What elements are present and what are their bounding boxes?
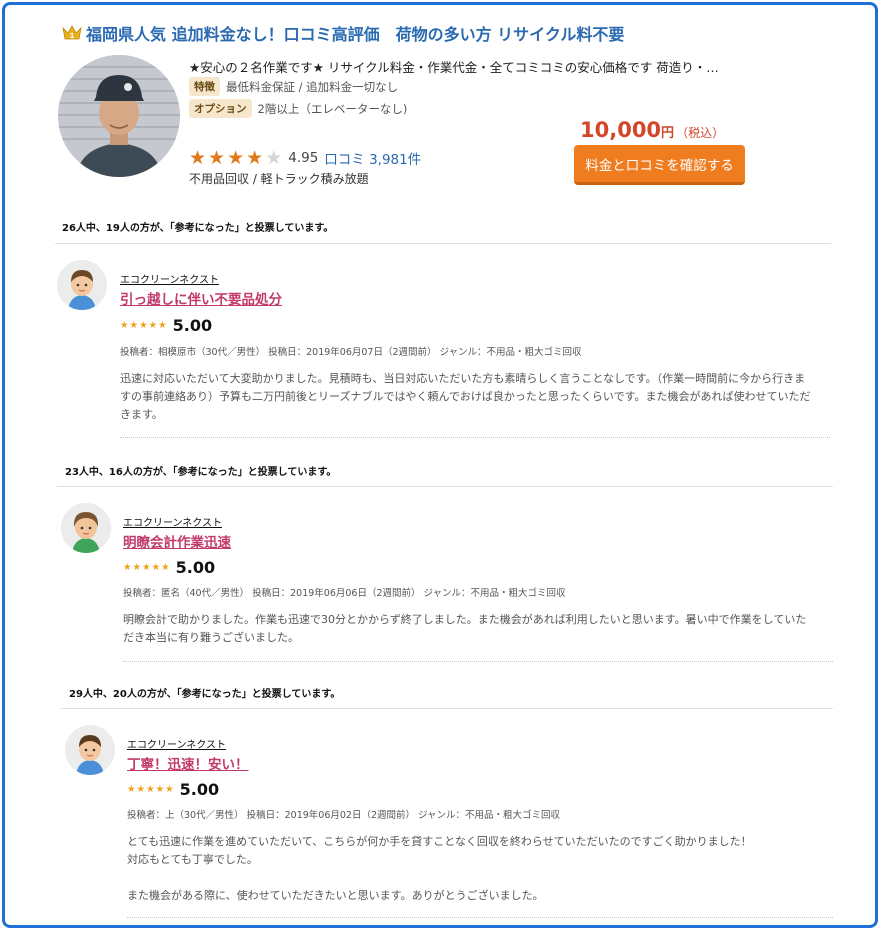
option-row: オプション 2階以上（エレベーターなし)	[189, 99, 407, 118]
rating-row: ★ ★ ★ ★ ★ 4.95 口コミ 3,981件	[189, 148, 421, 168]
service-subline: 不用品回収 / 軽トラック積み放題	[189, 172, 369, 186]
review-score-row: ★ ★ ★ ★ ★ 5.00	[127, 780, 219, 799]
price-unit: 円	[661, 126, 675, 141]
review-body: 迅速に対応いただいて大変助かりました。見積時も、当日対応いただいた方も素晴らしく…	[120, 370, 832, 424]
feature-row: 特徴 最低料金保証 / 追加料金一切なし	[189, 77, 398, 96]
review-score-row: ★ ★ ★ ★ ★ 5.00	[123, 558, 215, 577]
star-icon: ★	[142, 561, 151, 573]
check-price-reviews-button[interactable]: 料金と口コミを確認する	[574, 145, 745, 185]
star-icon: ★	[165, 783, 174, 795]
review-separator	[120, 437, 830, 438]
company-name-link[interactable]: エコクリーンネクスト	[123, 514, 222, 529]
review-title-link[interactable]: 明瞭会計作業迅速	[123, 531, 231, 551]
review-meta: 投稿者：相模原市（30代／男性） 投稿日：2019年06月07日（2週間前） ジ…	[120, 347, 582, 358]
review-divider	[57, 486, 833, 487]
review-body-line: きます。	[120, 408, 163, 421]
star-icon: ★	[123, 561, 132, 573]
review-score: 5.00	[179, 780, 220, 799]
review-body-line: すの事前連絡あり）予算も二万円前後とリーズナブルではやく頼んでおけば良かったと思…	[120, 390, 811, 403]
review-meta: 投稿者：匿名（40代／男性） 投稿日：2019年06月06日（2週間前） ジャン…	[123, 588, 566, 599]
feature-text: 最低料金保証 / 追加料金一切なし	[226, 79, 399, 94]
star-icon: ★	[158, 319, 167, 331]
review-title-link[interactable]: 丁寧！迅速！安い！	[127, 753, 249, 773]
reviewer-avatar	[61, 503, 111, 553]
reviewer-avatar-icon	[61, 503, 111, 553]
review-separator	[123, 661, 833, 662]
crown-rank-1-icon: 1	[62, 25, 82, 40]
feature-tag: 特徴	[189, 77, 220, 96]
price: 10,000円 （税込）	[580, 118, 724, 142]
review-divider	[55, 243, 831, 244]
option-text: 2階以上（エレベーターなし)	[257, 101, 408, 116]
review-body-line: 迅速に対応いただいて大変助かりました。見積時も、当日対応いただいた方も素晴らしく…	[120, 372, 806, 385]
star-icon: ★	[127, 783, 136, 795]
review-divider	[61, 708, 833, 709]
star-icon: ★	[151, 561, 161, 573]
listing-title[interactable]: 福岡県人気 追加料金なし！口コミ高評価 荷物の多い方 リサイクル料不要	[86, 21, 624, 45]
staff-photo-icon	[58, 55, 180, 177]
review-separator	[127, 917, 833, 918]
staff-photo[interactable]	[58, 55, 180, 177]
reviewer-avatar-icon	[65, 725, 115, 775]
price-amount: 10,000	[580, 118, 662, 142]
review-meta: 投稿者：上（30代／男性） 投稿日：2019年06月02日（2週間前） ジャンル…	[127, 810, 561, 821]
review-score: 5.00	[175, 558, 216, 577]
reviewer-avatar	[57, 260, 107, 310]
star-icon: ★	[189, 146, 207, 169]
listing-tagline: ★安心の２名作業です★ リサイクル料金・作業代金・全てコミコミの安心価格です 荷…	[189, 60, 719, 75]
star-icon: ★	[246, 146, 264, 169]
star-icon: ★	[136, 783, 146, 795]
helpful-votes: 29人中、20人の方が、「参考になった」と投票しています。	[69, 689, 341, 700]
review-body-line: 明瞭会計で助かりました。作業も迅速で30分とかからず終了しました。また機会があれ…	[123, 613, 807, 626]
star-icon: ★	[139, 319, 148, 331]
review-body-line	[127, 869, 839, 887]
star-icon: ★	[146, 783, 155, 795]
svg-text:1: 1	[70, 32, 75, 40]
review-body: とても迅速に作業を進めていただいて、こちらが何か手を貸すことなく回収を終わらせて…	[127, 833, 839, 905]
star-icon: ★	[132, 561, 142, 573]
review-score-row: ★ ★ ★ ★ ★ 5.00	[120, 316, 212, 335]
star-empty-icon: ★	[265, 146, 283, 169]
review-count-link[interactable]: 口コミ 3,981件	[324, 148, 421, 168]
reviewer-avatar	[65, 725, 115, 775]
star-icon: ★	[129, 319, 139, 331]
review-panel: 1 福岡県人気 追加料金なし！口コミ高評価 荷物の多い方 リサイクル料不要 ★安…	[2, 2, 878, 928]
star-icon: ★	[155, 783, 165, 795]
listing-title-row: 1 福岡県人気 追加料金なし！口コミ高評価 荷物の多い方 リサイクル料不要	[62, 21, 624, 45]
helpful-votes: 23人中、16人の方が、「参考になった」と投票しています。	[65, 467, 337, 478]
review-title-link[interactable]: 引っ越しに伴い不要品処分	[120, 288, 282, 308]
rating-value: 4.95	[288, 150, 319, 166]
star-icon: ★	[161, 561, 170, 573]
price-tax: （税込）	[676, 126, 725, 140]
review-body: 明瞭会計で助かりました。作業も迅速で30分とかからず終了しました。また機会があれ…	[123, 611, 835, 647]
star-icon: ★	[208, 146, 226, 169]
star-icon: ★	[120, 319, 129, 331]
option-tag: オプション	[189, 99, 252, 118]
review-body-line: だき本当に有り難うございました。	[123, 631, 299, 644]
review-body-line: 対応もとても丁寧でした。	[127, 853, 258, 866]
review-body-line: また機会がある際に、使わせていただきたいと思います。ありがとうございました。	[127, 889, 544, 902]
reviewer-avatar-icon	[57, 260, 107, 310]
helpful-votes: 26人中、19人の方が、「参考になった」と投票しています。	[62, 223, 334, 234]
company-name-link[interactable]: エコクリーンネクスト	[120, 271, 219, 286]
star-icon: ★	[227, 146, 245, 169]
review-score: 5.00	[172, 316, 213, 335]
star-icon: ★	[148, 319, 158, 331]
company-name-link[interactable]: エコクリーンネクスト	[127, 736, 226, 751]
review-body-line: とても迅速に作業を進めていただいて、こちらが何か手を貸すことなく回収を終わらせて…	[127, 835, 752, 848]
